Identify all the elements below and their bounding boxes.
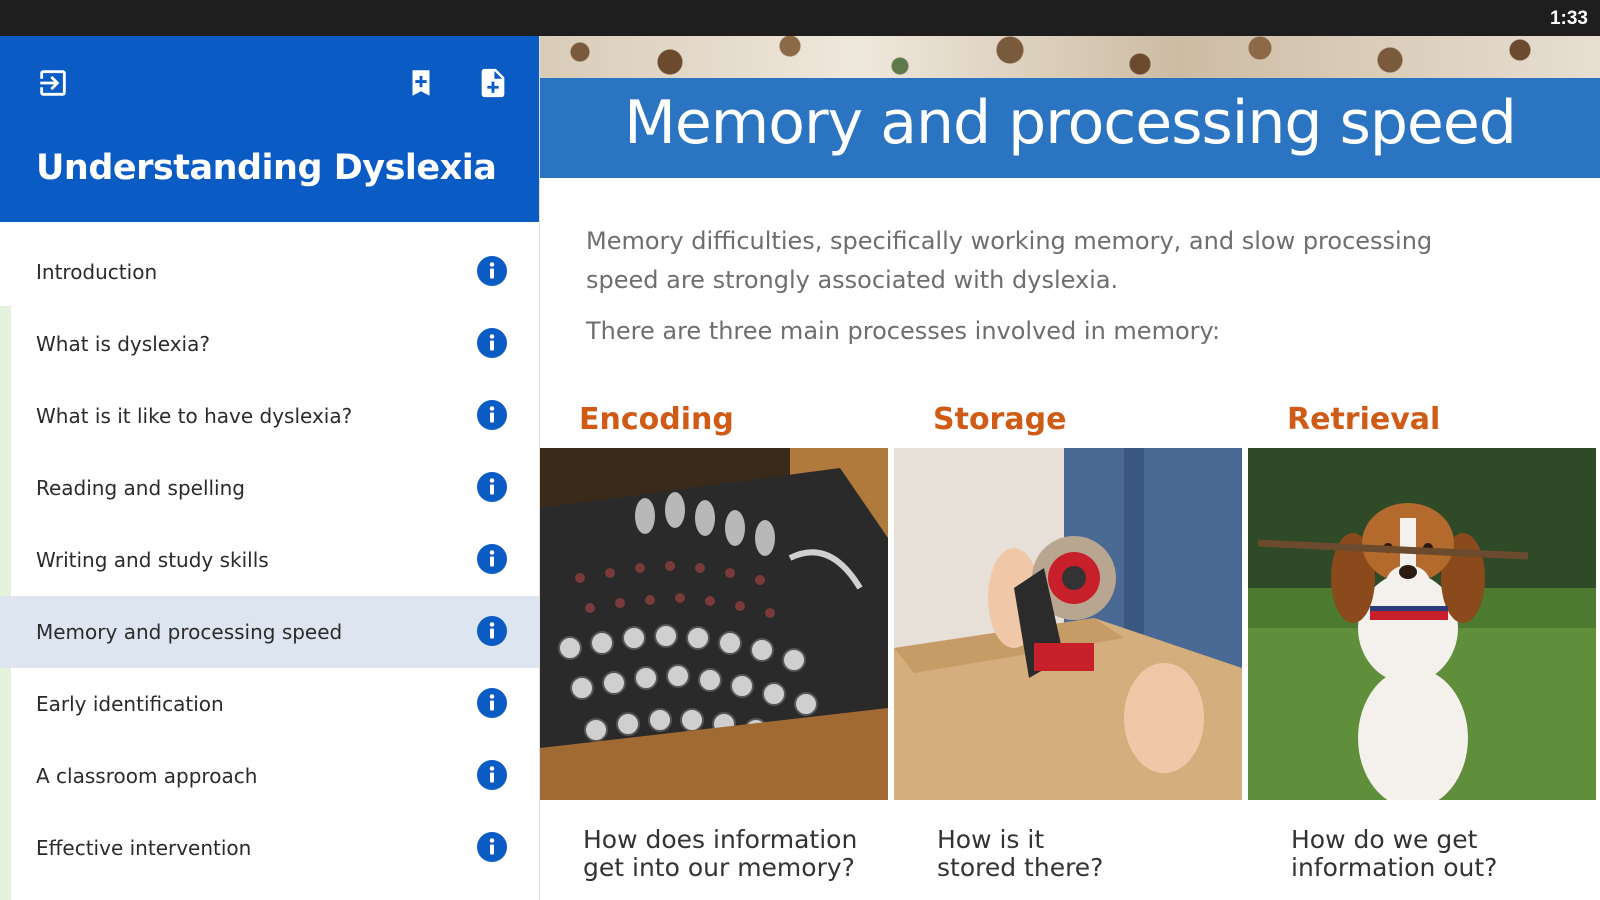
enigma-machine-photo — [540, 448, 888, 800]
info-icon[interactable] — [477, 544, 507, 574]
toc-item-label: Early identification — [36, 692, 224, 716]
toc-item-label: A classroom approach — [36, 764, 258, 788]
toc-item-label: Memory and processing speed — [36, 620, 343, 644]
header-banner-image — [540, 36, 1600, 78]
intro-paragraph: Memory difficulties, specifically workin… — [586, 227, 1433, 294]
process-heading: Storage — [933, 402, 1067, 437]
note-add-icon[interactable] — [476, 66, 510, 100]
toc-item-label: Introduction — [36, 260, 158, 284]
toc-item-introduction[interactable]: Introduction — [0, 236, 539, 308]
info-icon[interactable] — [477, 616, 507, 646]
info-icon[interactable] — [477, 472, 507, 502]
exit-to-app-icon[interactable] — [36, 66, 70, 100]
toc-item-effective-intervention[interactable]: Effective intervention — [0, 812, 539, 884]
process-heading: Retrieval — [1287, 402, 1441, 437]
toc-item-what-is-dyslexia[interactable]: What is dyslexia? — [0, 308, 539, 380]
sidebar-header: Understanding Dyslexia — [0, 36, 539, 222]
caption-line: How do we get — [1291, 825, 1478, 854]
process-caption: How is it stored there? — [894, 826, 1244, 882]
toc-item-label: Reading and spelling — [36, 476, 245, 500]
process-card-storage: Storage How is it stored there? — [894, 396, 1244, 882]
caption-line: information out? — [1291, 853, 1498, 882]
caption-line: get into our memory? — [583, 853, 855, 882]
toc-item-reading-and-spelling[interactable]: Reading and spelling — [0, 452, 539, 524]
toc-item-label: Writing and study skills — [36, 548, 269, 572]
caption-line: stored there? — [937, 853, 1104, 882]
status-clock: 1:33 — [1549, 8, 1588, 29]
bookmark-add-icon[interactable] — [404, 66, 438, 100]
intro-paragraph-2: There are three main processes involved … — [586, 317, 1221, 345]
info-icon[interactable] — [477, 328, 507, 358]
toc-item-what-is-it-like[interactable]: What is it like to have dyslexia? — [0, 380, 539, 452]
sidebar: Understanding Dyslexia Introduction What… — [0, 36, 540, 900]
process-card-retrieval: Retrieval How do we get information out? — [1248, 396, 1598, 882]
page-title: Memory and processing speed — [624, 88, 1517, 158]
beagle-with-stick-photo — [1248, 448, 1596, 800]
toc-item-label: What is it like to have dyslexia? — [36, 404, 353, 428]
toc-item-label: Effective intervention — [36, 836, 252, 860]
caption-line: How does information — [583, 825, 858, 854]
toc-item-early-identification[interactable]: Early identification — [0, 668, 539, 740]
toc-item-classroom-approach[interactable]: A classroom approach — [0, 740, 539, 812]
process-caption: How do we get information out? — [1248, 826, 1598, 882]
toc-item-label: What is dyslexia? — [36, 332, 210, 356]
toc-item-writing-and-study-skills[interactable]: Writing and study skills — [0, 524, 539, 596]
caption-line: How is it — [937, 825, 1045, 854]
taping-box-photo — [894, 448, 1242, 800]
process-card-encoding: Encoding How does information get into o… — [540, 396, 890, 882]
info-icon[interactable] — [477, 832, 507, 862]
table-of-contents: Introduction What is dyslexia? What is i… — [0, 236, 539, 884]
process-caption: How does information get into our memory… — [540, 826, 890, 882]
info-icon[interactable] — [477, 760, 507, 790]
content-area: Memory and processing speed Memory diffi… — [540, 36, 1600, 900]
sidebar-title: Understanding Dyslexia — [36, 148, 497, 188]
info-icon[interactable] — [477, 400, 507, 430]
status-bar: 1:33 — [0, 0, 1600, 36]
process-heading: Encoding — [579, 402, 734, 437]
info-icon[interactable] — [477, 688, 507, 718]
title-band: Memory and processing speed — [540, 78, 1600, 178]
toc-item-memory-and-processing-speed[interactable]: Memory and processing speed — [0, 596, 539, 668]
info-icon[interactable] — [477, 256, 507, 286]
